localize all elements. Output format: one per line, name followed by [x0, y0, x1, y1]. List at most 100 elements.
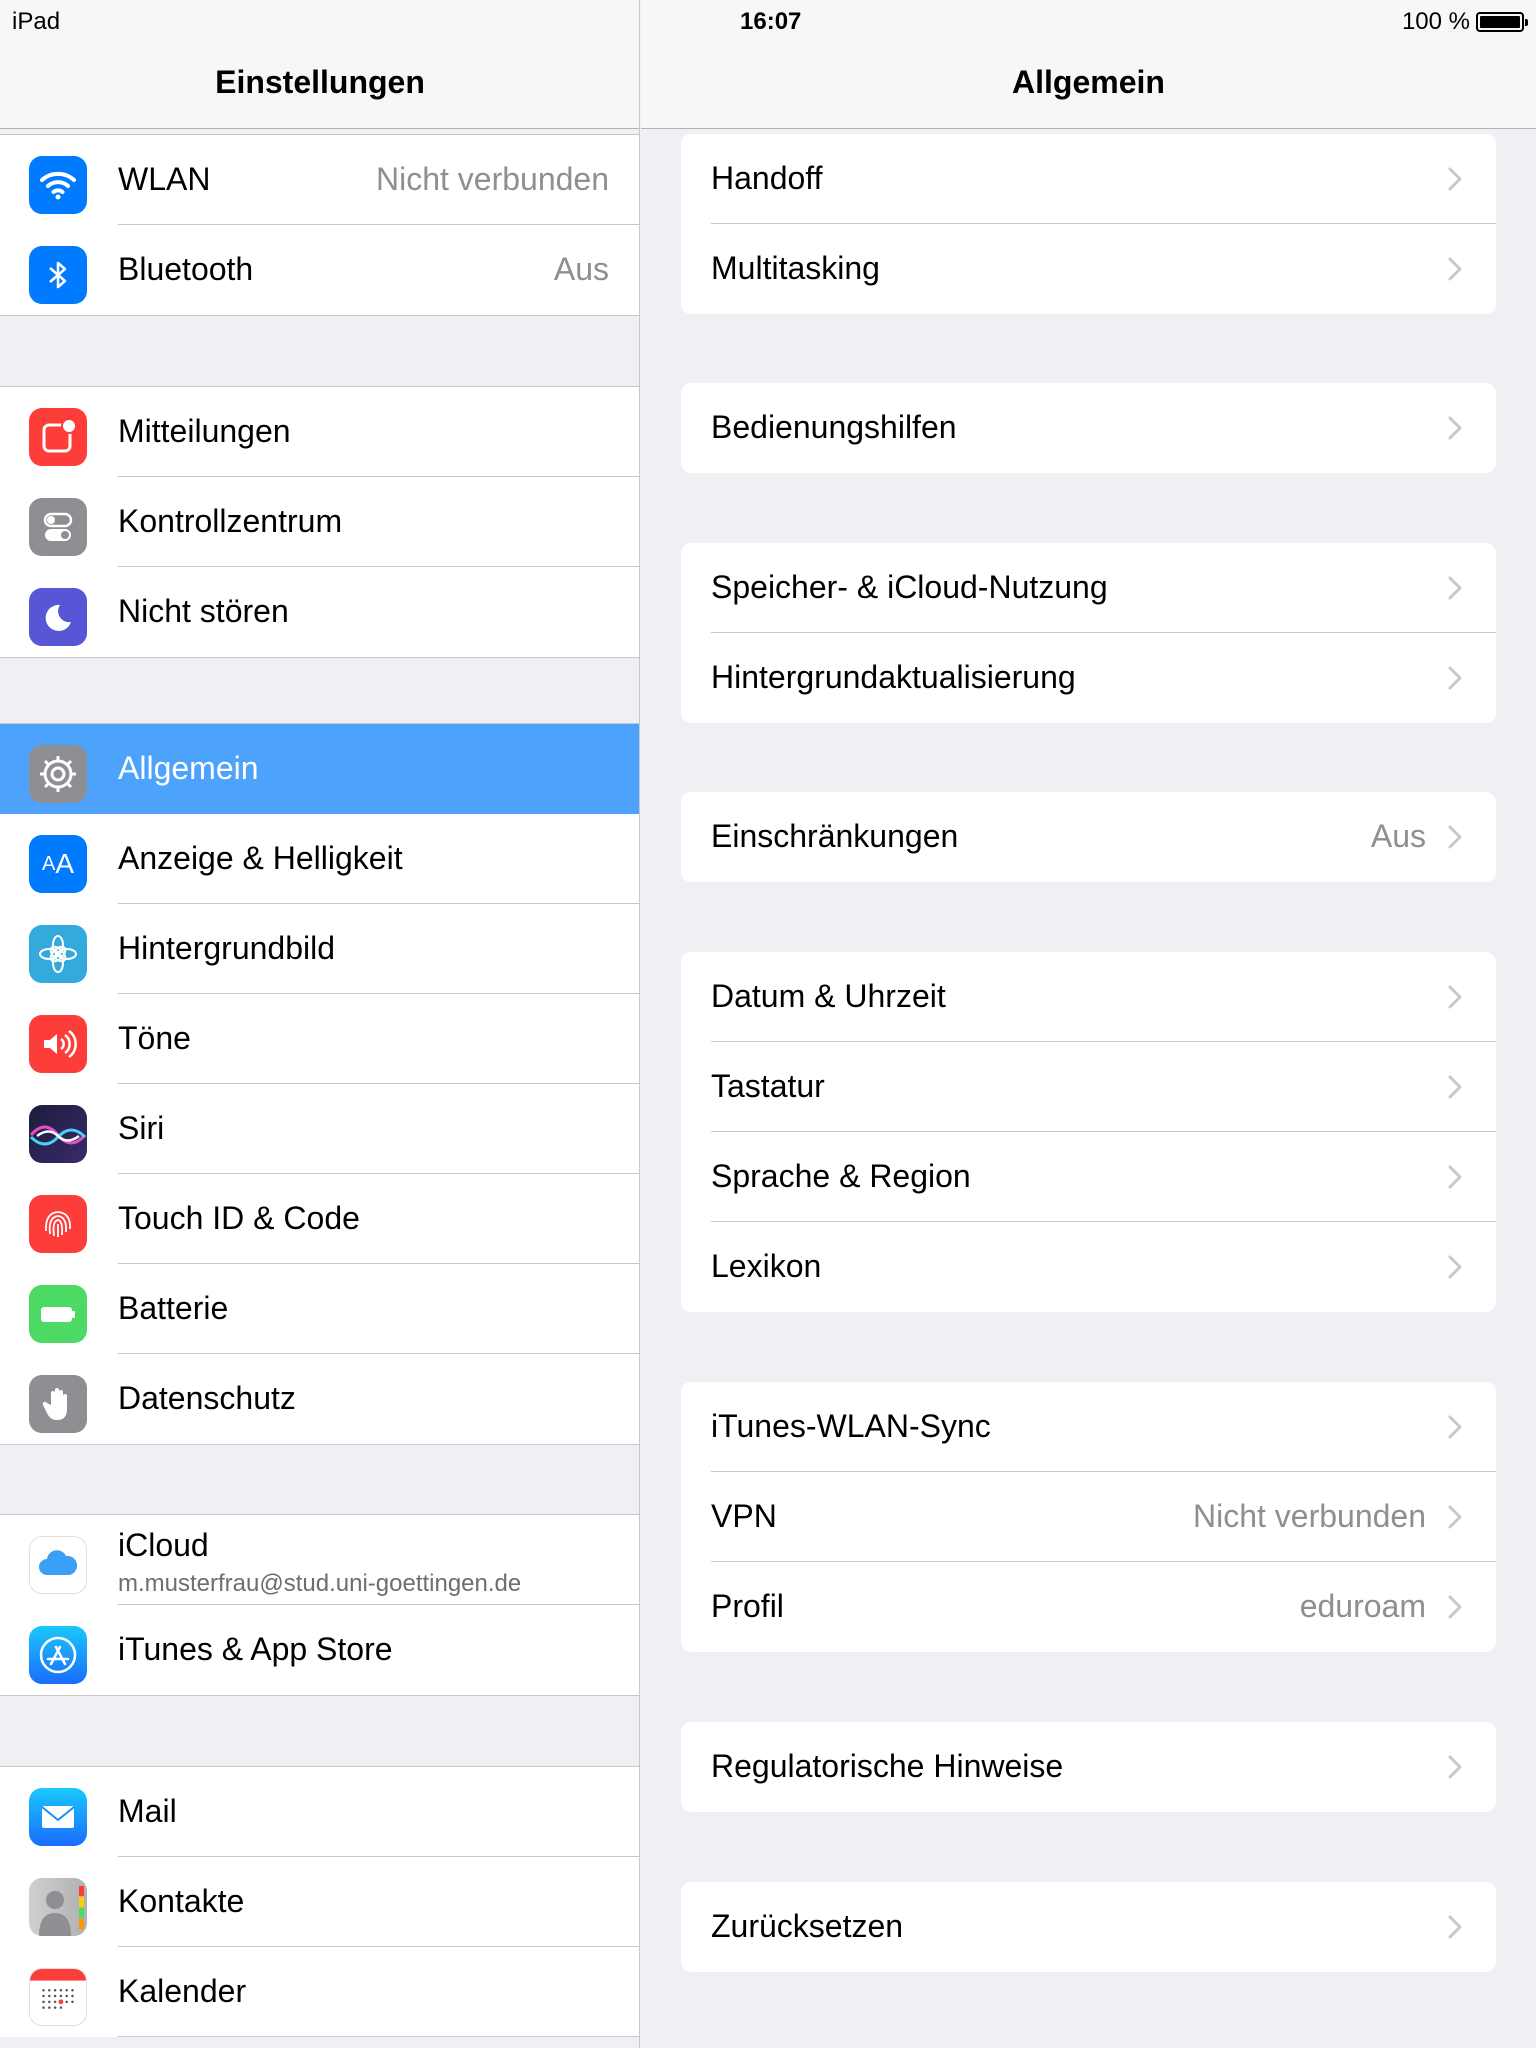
sidebar-item-label: Mitteilungen: [118, 413, 291, 449]
calendar-icon: [29, 1968, 87, 2026]
settings-sidebar: Einstellungen WLAN Nicht verbunden Bluet…: [0, 0, 640, 2048]
sidebar-group-connectivity: WLAN Nicht verbunden Bluetooth Aus: [0, 134, 639, 316]
detail-row-sprache-region[interactable]: Sprache & Region: [681, 1132, 1496, 1222]
status-time: 16:07: [740, 8, 802, 35]
speaker-icon: [29, 1015, 87, 1073]
detail-group: Handoff Multitasking: [681, 134, 1496, 314]
sidebar-item-mail[interactable]: Mail: [0, 1767, 639, 1857]
detail-row-label: Profil: [711, 1588, 784, 1624]
sidebar-item-wlan[interactable]: WLAN Nicht verbunden: [0, 135, 639, 225]
sidebar-item-icloud[interactable]: iCloud m.musterfrau@stud.uni-goettingen.…: [0, 1515, 639, 1605]
sidebar-item-label: Allgemein: [118, 750, 259, 786]
sidebar-item-label: Hintergrundbild: [118, 930, 336, 966]
sidebar-item-toene[interactable]: Töne: [0, 994, 639, 1084]
detail-row-label: Lexikon: [711, 1248, 822, 1284]
detail-group: Speicher- & iCloud-Nutzung Hintergrundakt…: [681, 543, 1496, 723]
detail-row-vpn[interactable]: VPN Nicht verbunden: [681, 1472, 1496, 1562]
sidebar-title: Einstellungen: [215, 64, 425, 100]
sidebar-item-kalender[interactable]: Kalender: [0, 1947, 639, 2037]
sidebar-item-label: Nicht stören: [118, 593, 289, 629]
sidebar-item-kontakte[interactable]: Kontakte: [0, 1857, 639, 1947]
detail-row-regulatorische-hinweise[interactable]: Regulatorische Hinweise: [681, 1722, 1496, 1812]
battery-percentage: 100 %: [1401, 8, 1470, 35]
chevron-right-icon: [1442, 1914, 1468, 1940]
chevron-right-icon: [1442, 984, 1468, 1010]
sidebar-item-label: Töne: [118, 1020, 191, 1056]
detail-row-label: Hintergrundaktualisierung: [711, 659, 1076, 695]
sidebar-group-notifications: Mitteilungen Kontrollzentrum Nicht störe…: [0, 386, 639, 658]
detail-row-multitasking[interactable]: Multitasking: [681, 224, 1496, 314]
detail-row-speicher-icloud-nutzung[interactable]: Speicher- & iCloud-Nutzung: [681, 543, 1496, 633]
app-store-icon: [29, 1626, 87, 1684]
sidebar-item-anzeige[interactable]: AA Anzeige & Helligkeit: [0, 814, 639, 904]
detail-row-label: iTunes-WLAN-Sync: [711, 1408, 991, 1444]
moon-icon: [29, 588, 87, 646]
sidebar-item-value: Aus: [553, 251, 609, 287]
sidebar-item-bluetooth[interactable]: Bluetooth Aus: [0, 225, 639, 315]
sidebar-item-mitteilungen[interactable]: Mitteilungen: [0, 387, 639, 477]
chevron-right-icon: [1442, 1074, 1468, 1100]
chevron-right-icon: [1442, 665, 1468, 691]
contacts-icon: [29, 1878, 87, 1936]
chevron-right-icon: [1442, 1504, 1468, 1530]
status-bar: iPad 16:07 100 %: [0, 0, 1536, 40]
detail-row-lexikon[interactable]: Lexikon: [681, 1222, 1496, 1312]
cloud-icon: [29, 1536, 87, 1594]
sidebar-item-batterie[interactable]: Batterie: [0, 1264, 639, 1354]
detail-row-einschränkungen[interactable]: Einschränkungen Aus: [681, 792, 1496, 882]
device-name: iPad: [12, 8, 61, 35]
chevron-right-icon: [1442, 1754, 1468, 1780]
sidebar-item-nicht-stoeren[interactable]: Nicht stören: [0, 567, 639, 657]
detail-row-value: Aus: [1370, 818, 1426, 854]
icloud-account-email: m.musterfrau@stud.uni-goettingen.de: [118, 1570, 522, 1597]
detail-row-label: Zurücksetzen: [711, 1908, 904, 1944]
detail-row-zurücksetzen[interactable]: Zurücksetzen: [681, 1882, 1496, 1972]
detail-row-label: Bedienungshilfen: [711, 409, 957, 445]
detail-row-label: VPN: [711, 1498, 777, 1534]
sidebar-item-itunes-app-store[interactable]: iTunes & App Store: [0, 1605, 639, 1695]
detail-row-handoff[interactable]: Handoff: [681, 134, 1496, 224]
flower-icon: [29, 925, 87, 983]
sidebar-item-label: Bluetooth: [118, 251, 254, 287]
siri-icon: [29, 1105, 87, 1163]
wifi-icon: [29, 156, 87, 214]
battery-fill: [1480, 16, 1520, 28]
battery-icon: [29, 1285, 87, 1343]
detail-title: Allgemein: [1012, 64, 1165, 100]
general-detail-panel: Allgemein Handoff Multitasking Bedienungsh…: [641, 0, 1536, 2048]
sidebar-item-label: Batterie: [118, 1290, 229, 1326]
battery-status-icon: [1476, 12, 1528, 32]
row-divider: [118, 2036, 639, 2037]
detail-row-datum-uhrzeit[interactable]: Datum & Uhrzeit: [681, 952, 1496, 1042]
detail-row-tastatur[interactable]: Tastatur: [681, 1042, 1496, 1132]
sidebar-item-allgemein[interactable]: Allgemein: [0, 724, 639, 814]
notifications-icon: [29, 408, 87, 466]
chevron-right-icon: [1442, 824, 1468, 850]
sidebar-item-label: Kalender: [118, 1973, 247, 2009]
detail-group: Zurücksetzen: [681, 1882, 1496, 1972]
sidebar-item-siri[interactable]: Siri: [0, 1084, 639, 1174]
sidebar-item-touch-id[interactable]: Touch ID & Code: [0, 1174, 639, 1264]
detail-group: Einschränkungen Aus: [681, 792, 1496, 882]
fingerprint-icon: [29, 1195, 87, 1253]
sidebar-item-datenschutz[interactable]: Datenschutz: [0, 1354, 639, 1444]
sidebar-item-label: Mail: [118, 1793, 177, 1829]
sidebar-item-label: Datenschutz: [118, 1380, 296, 1416]
detail-row-label: Multitasking: [711, 250, 880, 286]
detail-row-label: Tastatur: [711, 1068, 825, 1104]
detail-row-itunes-wlan-sync[interactable]: iTunes-WLAN-Sync: [681, 1382, 1496, 1472]
control-center-icon: [29, 498, 87, 556]
detail-row-bedienungshilfen[interactable]: Bedienungshilfen: [681, 383, 1496, 473]
detail-group: Datum & Uhrzeit Tastatur Sprache & Region L…: [681, 952, 1496, 1312]
bluetooth-icon: [29, 246, 87, 304]
sidebar-item-label: Anzeige & Helligkeit: [118, 840, 403, 876]
chevron-right-icon: [1442, 1414, 1468, 1440]
sidebar-item-label: iTunes & App Store: [118, 1631, 393, 1667]
detail-group: Regulatorische Hinweise: [681, 1722, 1496, 1812]
sidebar-item-hintergrundbild[interactable]: Hintergrundbild: [0, 904, 639, 994]
detail-row-hintergrundaktualisierung[interactable]: Hintergrundaktualisierung: [681, 633, 1496, 723]
detail-row-profil[interactable]: Profil eduroam: [681, 1562, 1496, 1652]
sidebar-group-accounts: iCloud m.musterfrau@stud.uni-goettingen.…: [0, 1514, 639, 1696]
sidebar-item-kontrollzentrum[interactable]: Kontrollzentrum: [0, 477, 639, 567]
chevron-right-icon: [1442, 1594, 1468, 1620]
